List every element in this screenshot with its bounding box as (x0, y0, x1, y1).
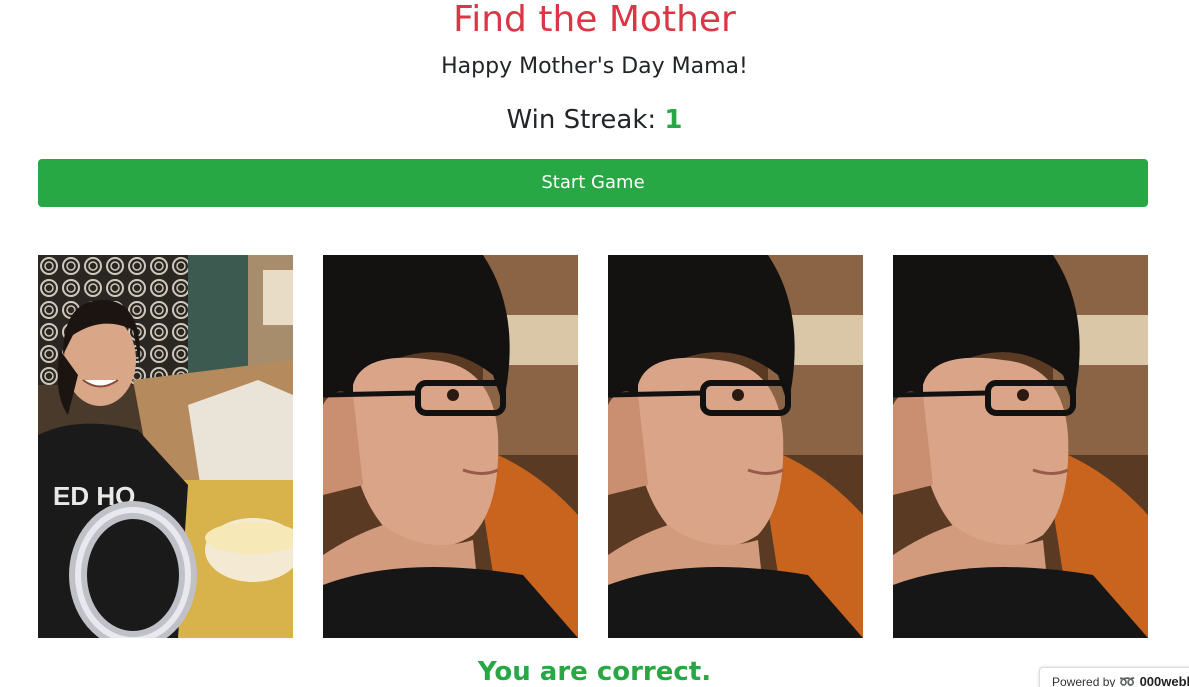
photo-card-mother[interactable]: ED HO (38, 255, 293, 638)
host-logo-icon: ➿ (1119, 674, 1136, 687)
photo-card-3[interactable] (608, 255, 863, 638)
host-brand: 000webhost (1139, 674, 1189, 687)
page-subtitle: Happy Mother's Day Mama! (441, 54, 748, 79)
win-streak-label: Win Streak: (506, 105, 657, 135)
win-streak-count: 1 (664, 105, 683, 135)
young-man-photo (893, 255, 1148, 638)
photo-card-4[interactable] (893, 255, 1148, 638)
powered-by-label: Powered by (1052, 675, 1116, 687)
mother-photo: ED HO (38, 255, 293, 638)
young-man-photo (323, 255, 578, 638)
start-game-button[interactable]: Start Game (38, 159, 1148, 207)
page-title: Find the Mother (453, 0, 736, 40)
young-man-photo (608, 255, 863, 638)
win-streak: Win Streak: 1 (0, 102, 1189, 138)
photo-card-2[interactable] (323, 255, 578, 638)
powered-by-badge[interactable]: Powered by➿000webhost (1039, 667, 1189, 687)
result-message: You are correct. (477, 657, 712, 687)
